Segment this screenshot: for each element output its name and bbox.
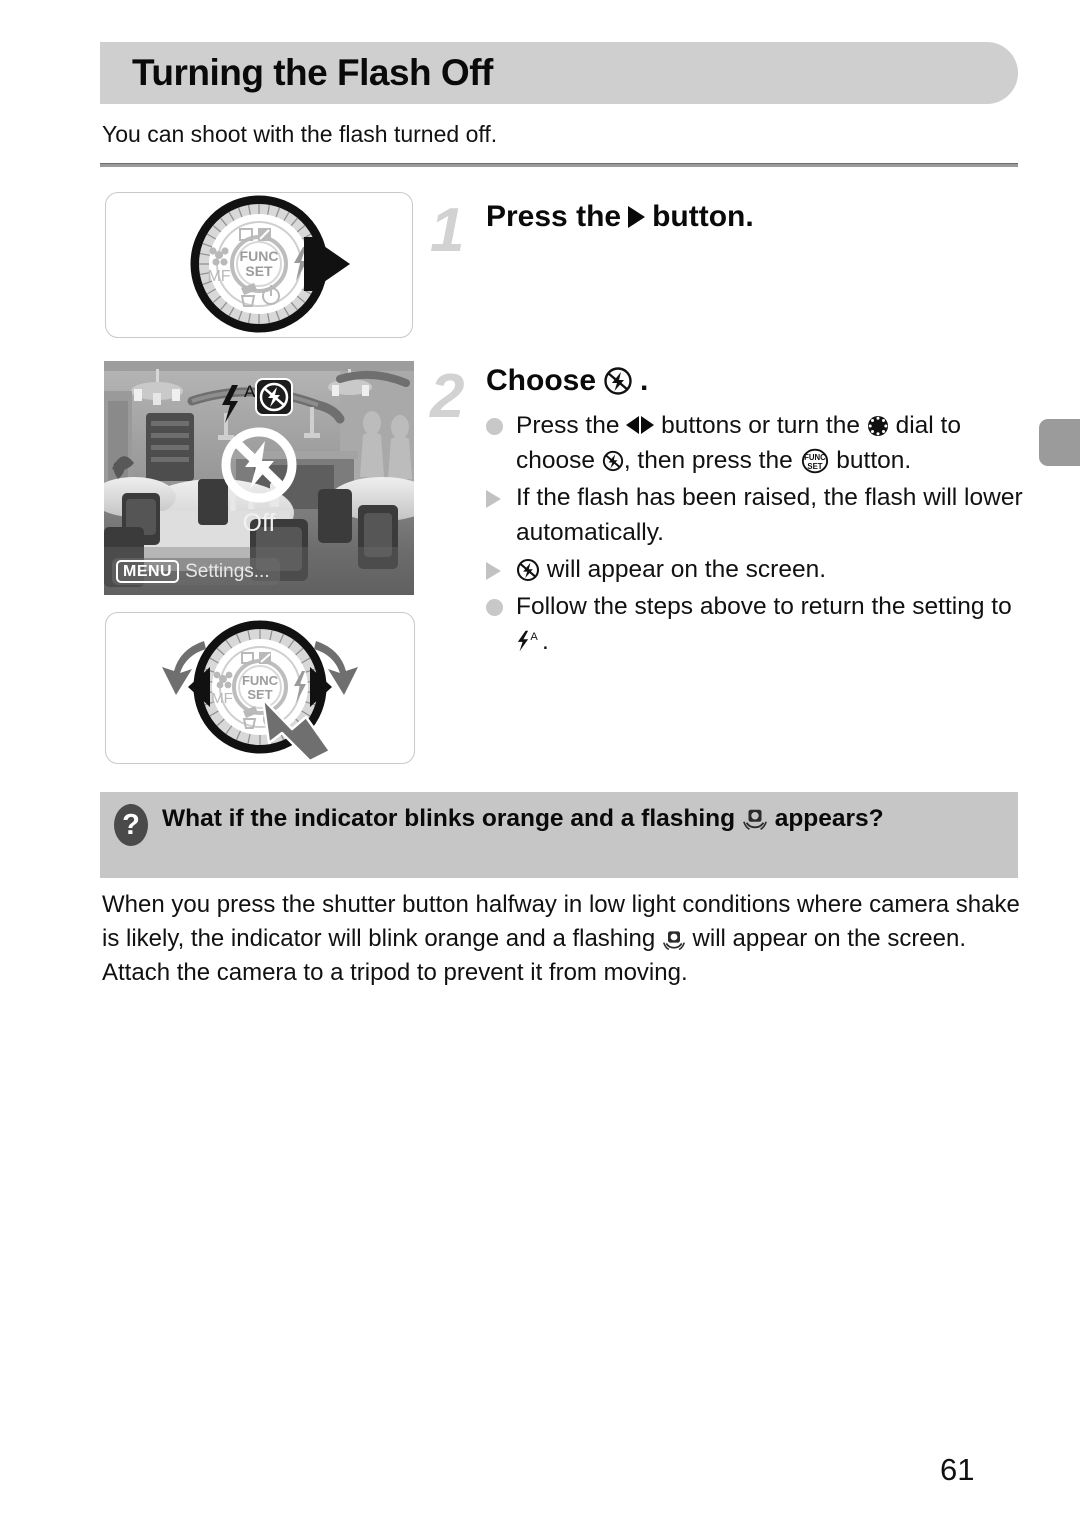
svg-text:SET: SET [245, 263, 273, 279]
bullet-triangle-marker [486, 480, 516, 508]
left-arrow-button-icon [626, 416, 640, 434]
bullet-triangle-marker [486, 552, 516, 580]
svg-text:FUNC: FUNC [242, 673, 279, 688]
bullet-dot-marker [486, 589, 516, 616]
callout-box: ? What if the indicator blinks orange an… [100, 792, 1018, 878]
flash-mode-status-label: Off [242, 509, 276, 537]
flash-off-icon [602, 450, 623, 472]
callout-text: What if the indicator blinks orange and … [162, 802, 884, 835]
flash-auto-icon: A [222, 382, 256, 423]
b3-t1: will appear on the screen. [540, 556, 826, 583]
question-mark-icon: ? [114, 804, 148, 846]
step-2: 2 Choose . Press the buttons or turn the [430, 358, 1030, 661]
bullet-icon-appears: will appear on the screen. [486, 552, 1030, 587]
step-1-number: 1 [430, 196, 465, 265]
flash-off-icon [604, 367, 632, 395]
svg-text:MF: MF [207, 268, 230, 285]
bullet-dot-marker [486, 408, 516, 435]
flash-off-icon [516, 558, 540, 582]
body-paragraph: When you press the shutter button halfwa… [102, 888, 1022, 990]
svg-text:A: A [530, 631, 538, 643]
horizontal-divider [100, 163, 1018, 167]
step-1-title-before: Press the [486, 200, 622, 233]
figure-control-dial-press-right: FUNC SET MF [105, 192, 413, 338]
b1-t2: buttons or turn the [654, 412, 867, 439]
svg-text:SET: SET [807, 462, 822, 471]
page-title: Turning the Flash Off [132, 52, 493, 93]
menu-settings-label: Settings... [185, 560, 270, 582]
step-2-number: 2 [430, 362, 465, 431]
b4-t2: . [542, 628, 549, 655]
control-dial-turn-diagram: FUNC SET MF [162, 620, 358, 763]
bullet-icon-appears-text: will appear on the screen. [516, 552, 826, 587]
step-1-title-after: button. [652, 200, 754, 233]
flash-off-large-icon [221, 427, 297, 503]
bullet-press-buttons: Press the buttons or turn the dial to ch… [486, 408, 1030, 478]
svg-text:FUNC: FUNC [240, 248, 279, 264]
svg-text:SET: SET [247, 687, 272, 702]
bullet-flash-lowers-text: If the flash has been raised, the flash … [516, 484, 1023, 546]
chapter-edge-tab [1039, 419, 1080, 466]
svg-text:FUNC: FUNC [804, 453, 826, 462]
callout-text-before: What if the indicator blinks orange and … [162, 805, 742, 832]
svg-text:A: A [244, 382, 256, 401]
step-2-bullets: Press the buttons or turn the dial to ch… [486, 408, 1030, 659]
intro-text: You can shoot with the flash turned off. [102, 121, 498, 147]
b1-t5: button. [829, 447, 912, 474]
bullet-return-setting: Follow the steps above to return the set… [486, 589, 1030, 659]
bullet-return-setting-text: Follow the steps above to return the set… [516, 589, 1030, 659]
step-1-title: Press the button. [486, 190, 1020, 234]
func-set-button-icon: FUNC SET [801, 448, 828, 474]
step-2-title-after: . [640, 364, 649, 397]
b1-t1: Press the [516, 412, 627, 439]
flash-auto-icon: A [517, 630, 538, 652]
right-arrow-button-icon [641, 416, 655, 434]
bullet-press-buttons-text: Press the buttons or turn the dial to ch… [516, 408, 1030, 478]
b1-t4: , then press the [623, 447, 800, 474]
step-2-title-before: Choose [486, 364, 597, 397]
figure-camera-screen-flash-off: A Off MENU Settings... [104, 361, 414, 595]
control-dial-diagram: FUNC SET MF [190, 195, 350, 333]
menu-button-badge: MENU [116, 560, 180, 583]
callout-text-after: appears? [767, 805, 884, 832]
menu-settings-hint: MENU Settings... [112, 558, 280, 585]
camera-shake-icon [662, 931, 685, 951]
control-dial-icon [867, 416, 888, 436]
step-1: 1 Press the button. [430, 190, 1020, 262]
right-arrow-button-icon [628, 206, 646, 228]
bullet-flash-lowers: If the flash has been raised, the flash … [486, 480, 1030, 550]
svg-text:MF: MF [211, 690, 233, 707]
page-header-bar: Turning the Flash Off [100, 42, 1018, 104]
b4-t1: Follow the steps above to return the set… [516, 593, 1012, 620]
step-2-title: Choose . [486, 358, 1030, 398]
figure-control-dial-turn-and-press: FUNC SET MF [105, 612, 415, 764]
camera-shake-icon [742, 809, 767, 830]
page-number: 61 [940, 1452, 975, 1487]
